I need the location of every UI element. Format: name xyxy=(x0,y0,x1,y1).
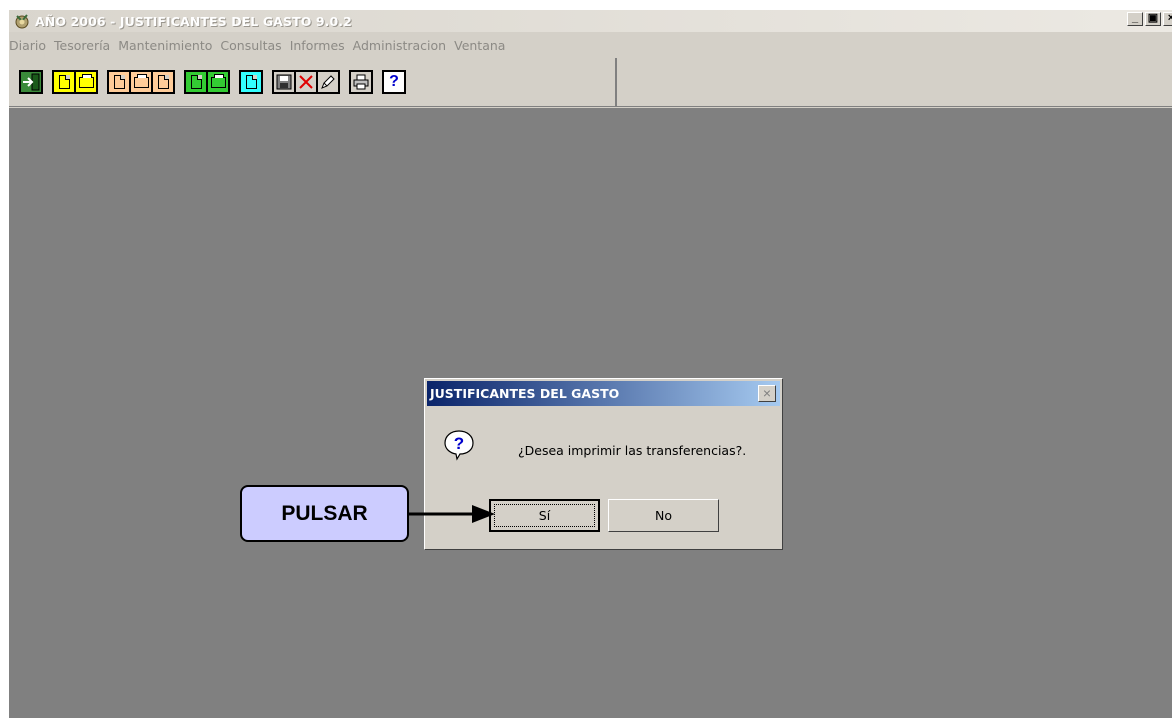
pointer-arrow xyxy=(409,505,495,523)
